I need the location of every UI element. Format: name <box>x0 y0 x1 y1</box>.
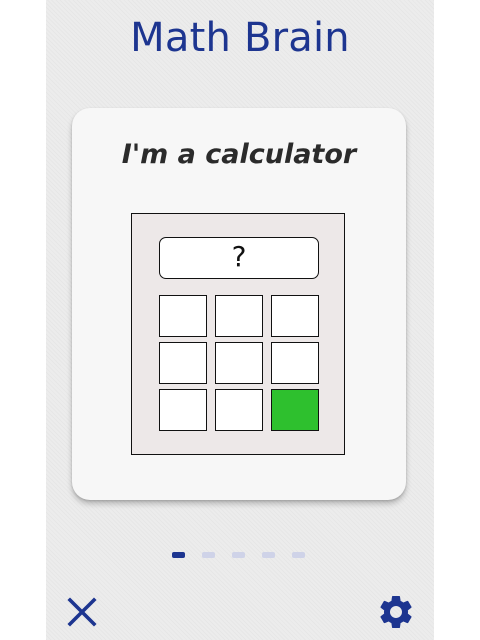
calculator-key <box>215 342 263 384</box>
card-title: I'm a calculator <box>121 139 357 170</box>
calculator-key <box>159 295 207 337</box>
calculator-key <box>215 389 263 431</box>
calculator-key <box>215 295 263 337</box>
page-dot[interactable] <box>292 552 305 558</box>
close-button[interactable] <box>62 592 102 632</box>
settings-button[interactable] <box>376 592 416 632</box>
calculator-key <box>271 342 319 384</box>
tutorial-card: I'm a calculator ? <box>72 108 406 500</box>
page-dot[interactable] <box>232 552 245 558</box>
calculator-key-highlighted <box>271 389 319 431</box>
app-title: Math Brain <box>130 15 350 61</box>
calculator-key <box>159 342 207 384</box>
close-icon <box>67 597 97 627</box>
calculator-key <box>271 295 319 337</box>
calculator-display: ? <box>159 237 319 279</box>
page-dot[interactable] <box>202 552 215 558</box>
calculator-key <box>159 389 207 431</box>
page-dot-active[interactable] <box>172 552 185 558</box>
calculator-illustration: ? <box>131 213 345 455</box>
gear-icon <box>380 596 412 628</box>
page-dot[interactable] <box>262 552 275 558</box>
